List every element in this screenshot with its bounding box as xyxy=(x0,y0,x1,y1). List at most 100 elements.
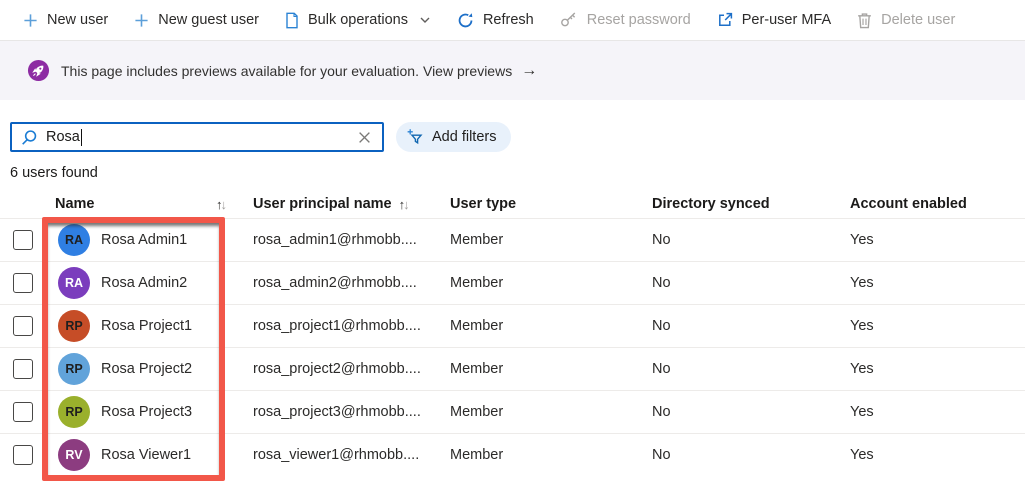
account-enabled-cell: Yes xyxy=(850,361,874,377)
toolbar-item-label: New user xyxy=(47,12,109,28)
account-enabled-cell: Yes xyxy=(850,447,874,463)
search-row: Rosa Add filters xyxy=(10,122,1025,152)
row-checkbox[interactable] xyxy=(13,402,33,422)
toolbar-item-label: Refresh xyxy=(482,12,534,28)
text-caret xyxy=(80,128,83,146)
column-header-label: User principal name xyxy=(253,196,392,212)
user-type-cell: Member xyxy=(450,404,504,420)
directory-synced-cell: No xyxy=(652,361,671,377)
azure-users-page: New user New guest user Bulk operations Ref… xyxy=(0,0,1025,498)
user-name[interactable]: Rosa Admin1 xyxy=(101,232,187,248)
arrow-right-icon[interactable]: → xyxy=(521,62,537,80)
row-checkbox[interactable] xyxy=(13,359,33,379)
toolbar-item-label: Bulk operations xyxy=(308,12,408,28)
toolbar-item-label: Delete user xyxy=(881,12,956,28)
name-cell: RA Rosa Admin1 xyxy=(46,224,253,256)
user-type-cell: Member xyxy=(450,275,504,291)
account-enabled-cell: Yes xyxy=(850,275,874,291)
banner-message: This page includes previews available fo… xyxy=(61,62,419,79)
row-checkbox[interactable] xyxy=(13,273,33,293)
table-header: Name ↑↓ User principal name ↑↓ User type Dire… xyxy=(0,190,1025,218)
name-cell: RP Rosa Project2 xyxy=(46,353,253,385)
table-row[interactable]: RP Rosa Project2 rosa_project2@rhmobb.... M… xyxy=(0,347,1025,390)
view-previews-link[interactable]: View previews xyxy=(423,63,512,79)
rocket-icon xyxy=(27,59,50,82)
document-icon xyxy=(285,12,299,29)
column-header-name[interactable]: Name ↑↓ xyxy=(46,196,253,212)
checkbox-cell xyxy=(0,445,46,465)
toolbar-new-guest-user-button[interactable]: New guest user xyxy=(121,0,272,40)
checkbox-cell xyxy=(0,273,46,293)
avatar: RP xyxy=(58,310,90,342)
directory-synced-cell: No xyxy=(652,447,671,463)
plus-icon xyxy=(134,13,149,28)
table-row[interactable]: RP Rosa Project3 rosa_project3@rhmobb.... M… xyxy=(0,390,1025,433)
toolbar-bulk-operations-button[interactable]: Bulk operations xyxy=(272,0,444,40)
search-input[interactable]: Rosa xyxy=(10,122,384,152)
trash-icon xyxy=(857,12,872,29)
close-icon[interactable] xyxy=(356,129,373,146)
toolbar-item-label: Reset password xyxy=(586,12,691,28)
user-name[interactable]: Rosa Viewer1 xyxy=(101,447,191,463)
directory-synced-cell: No xyxy=(652,404,671,420)
user-principal-name-cell: rosa_admin1@rhmobb.... xyxy=(253,232,417,248)
refresh-icon xyxy=(457,12,474,29)
avatar: RA xyxy=(58,224,90,256)
add-filters-label: Add filters xyxy=(432,129,497,145)
sort-arrows-icon[interactable]: ↑↓ xyxy=(216,197,227,212)
checkbox-cell xyxy=(0,230,46,250)
user-type-cell: Member xyxy=(450,361,504,377)
search-icon xyxy=(21,129,38,146)
user-principal-name-cell: rosa_viewer1@rhmobb.... xyxy=(253,447,420,463)
column-header-label: Account enabled xyxy=(850,196,967,212)
toolbar-delete-user-button[interactable]: Delete user xyxy=(844,0,968,40)
key-icon xyxy=(560,12,578,28)
user-principal-name-cell: rosa_project1@rhmobb.... xyxy=(253,318,421,334)
toolbar-new-user-button[interactable]: New user xyxy=(10,0,121,40)
user-name[interactable]: Rosa Project2 xyxy=(101,361,192,377)
column-header-directory-synced: Directory synced xyxy=(652,196,850,212)
checkbox-cell xyxy=(0,359,46,379)
column-header-label: Directory synced xyxy=(652,196,770,212)
row-checkbox[interactable] xyxy=(13,445,33,465)
chevron-down-icon xyxy=(419,14,431,26)
account-enabled-cell: Yes xyxy=(850,232,874,248)
column-header-label: Name xyxy=(55,196,95,212)
directory-synced-cell: No xyxy=(652,275,671,291)
user-type-cell: Member xyxy=(450,447,504,463)
name-cell: RV Rosa Viewer1 xyxy=(46,439,253,471)
results-count: 6 users found xyxy=(10,165,98,181)
user-principal-name-cell: rosa_project3@rhmobb.... xyxy=(253,404,421,420)
account-enabled-cell: Yes xyxy=(850,404,874,420)
avatar: RA xyxy=(58,267,90,299)
name-cell: RP Rosa Project3 xyxy=(46,396,253,428)
users-table: Name ↑↓ User principal name ↑↓ User type Dire… xyxy=(0,190,1025,476)
row-checkbox[interactable] xyxy=(13,230,33,250)
add-filter-icon xyxy=(407,128,425,146)
user-name[interactable]: Rosa Admin2 xyxy=(101,275,187,291)
user-type-cell: Member xyxy=(450,232,504,248)
toolbar-refresh-button[interactable]: Refresh xyxy=(444,0,547,40)
add-filters-button[interactable]: Add filters xyxy=(396,122,512,152)
toolbar-reset-password-button[interactable]: Reset password xyxy=(547,0,704,40)
column-header-label: User type xyxy=(450,196,517,212)
table-body: RA Rosa Admin1 rosa_admin1@rhmobb.... Membe… xyxy=(0,218,1025,476)
user-type-cell: Member xyxy=(450,318,504,334)
toolbar: New user New guest user Bulk operations Ref… xyxy=(0,0,1025,41)
sort-arrows-icon[interactable]: ↑↓ xyxy=(399,197,410,212)
table-row[interactable]: RA Rosa Admin1 rosa_admin1@rhmobb.... Membe… xyxy=(0,218,1025,261)
toolbar-per-user-mfa-button[interactable]: Per-user MFA xyxy=(704,0,844,40)
user-name[interactable]: Rosa Project3 xyxy=(101,404,192,420)
row-checkbox[interactable] xyxy=(13,316,33,336)
external-link-icon xyxy=(717,12,733,28)
user-name[interactable]: Rosa Project1 xyxy=(101,318,192,334)
toolbar-item-label: New guest user xyxy=(158,12,259,28)
table-row[interactable]: RV Rosa Viewer1 rosa_viewer1@rhmobb.... Mem… xyxy=(0,433,1025,476)
toolbar-item-label: Per-user MFA xyxy=(741,12,832,28)
table-row[interactable]: RA Rosa Admin2 rosa_admin2@rhmobb.... Membe… xyxy=(0,261,1025,304)
checkbox-cell xyxy=(0,316,46,336)
column-header-user-principal-name[interactable]: User principal name ↑↓ xyxy=(253,196,450,212)
avatar: RP xyxy=(58,396,90,428)
column-header-account-enabled: Account enabled xyxy=(850,196,1025,212)
table-row[interactable]: RP Rosa Project1 rosa_project1@rhmobb.... M… xyxy=(0,304,1025,347)
